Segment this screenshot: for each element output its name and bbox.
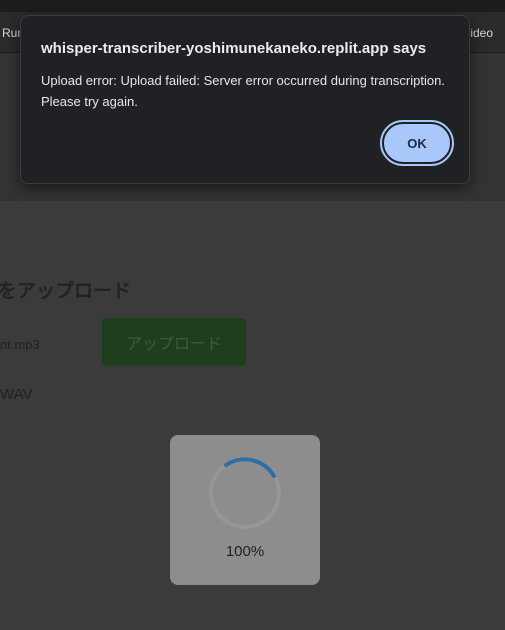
loading-spinner-icon xyxy=(209,457,281,529)
browser-tab-strip xyxy=(0,0,505,12)
upload-section-title: をアップロード xyxy=(0,281,132,302)
upload-button[interactable]: アップロード xyxy=(102,318,246,366)
dialog-message: Upload error: Upload failed: Server erro… xyxy=(41,73,445,109)
ok-button[interactable]: OK xyxy=(380,120,454,166)
supported-formats-text: WAV xyxy=(0,386,33,403)
dialog-title: whisper-transcriber-yoshimunekaneko.repl… xyxy=(41,40,427,57)
progress-percent: 100% xyxy=(225,543,265,560)
bookmark-item-right[interactable]: ideo xyxy=(470,26,493,40)
progress-card: 100% xyxy=(170,435,320,585)
selected-file-name: nt.mp3 xyxy=(0,337,40,352)
alert-dialog: whisper-transcriber-yoshimunekaneko.repl… xyxy=(20,15,470,184)
